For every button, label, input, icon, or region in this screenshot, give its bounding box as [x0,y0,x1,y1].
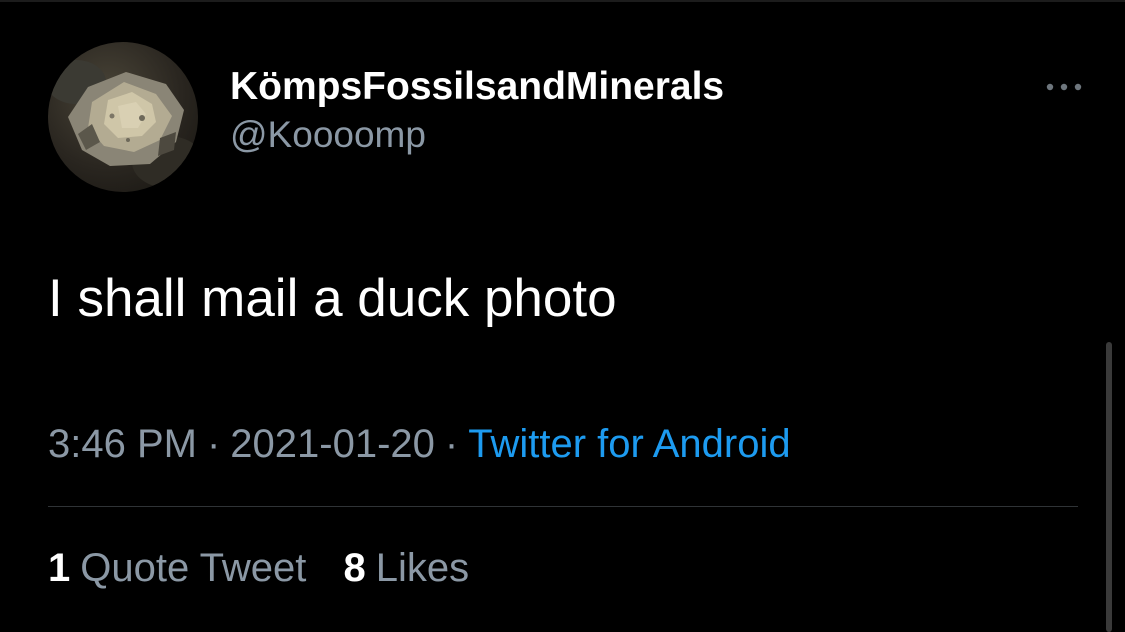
tweet-time[interactable]: 3:46 PM [48,422,197,466]
scrollbar[interactable] [1106,342,1112,632]
quote-tweets-label: Quote Tweet [80,546,307,590]
tweet-meta: 3:46 PM · 2021-01-20 · Twitter for Android [48,420,791,468]
tweet-stats: 1 Quote Tweet 8 Likes [48,544,469,592]
tweet-text: I shall mail a duck photo [48,269,617,328]
more-options-button[interactable] [1040,72,1088,102]
author-identity: KömpsFossilsandMinerals @Koooomp [230,64,724,158]
tweet-source-link[interactable]: Twitter for Android [468,422,790,466]
meta-separator: · [206,422,221,466]
user-handle[interactable]: @Koooomp [230,112,724,158]
likes-count: 8 [343,546,366,590]
tweet-header: KömpsFossilsandMinerals @Koooomp [48,42,1088,192]
avatar[interactable] [48,42,198,192]
top-border [0,0,1125,2]
meta-separator: · [444,422,459,466]
tweet-date[interactable]: 2021-01-20 [230,422,435,466]
likes-stat[interactable]: 8 Likes [343,544,469,592]
divider [48,506,1078,507]
likes-label: Likes [375,546,470,590]
rock-avatar-icon [48,60,198,188]
more-dots-icon [1046,83,1082,91]
quote-tweets-count: 1 [48,546,71,590]
quote-tweets-stat[interactable]: 1 Quote Tweet [48,544,306,592]
display-name[interactable]: KömpsFossilsandMinerals [230,64,724,110]
